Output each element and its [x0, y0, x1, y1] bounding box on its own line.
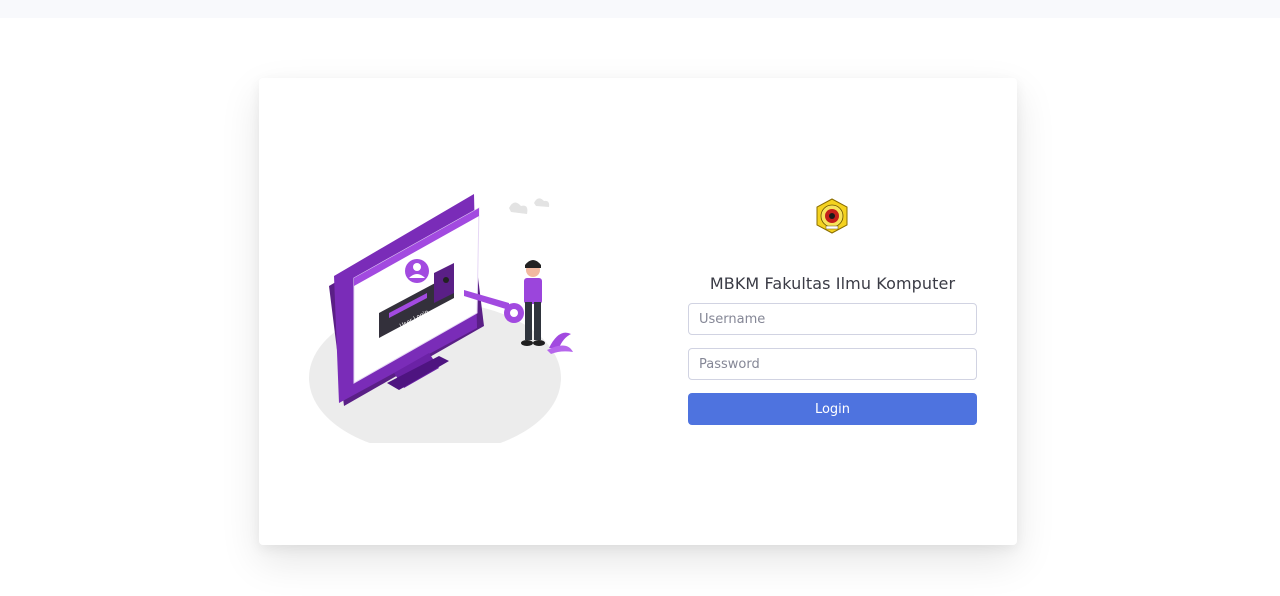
university-logo — [816, 198, 848, 234]
password-input[interactable] — [688, 348, 977, 380]
page-title: MBKM Fakultas Ilmu Komputer — [709, 274, 956, 293]
top-bar — [0, 0, 1280, 18]
login-illustration: User Login — [309, 194, 573, 443]
login-button[interactable]: Login — [688, 393, 977, 425]
username-input[interactable] — [688, 303, 977, 335]
login-card: User Login MBKM Fakultas Ilmu Komputer L… — [259, 78, 1017, 545]
